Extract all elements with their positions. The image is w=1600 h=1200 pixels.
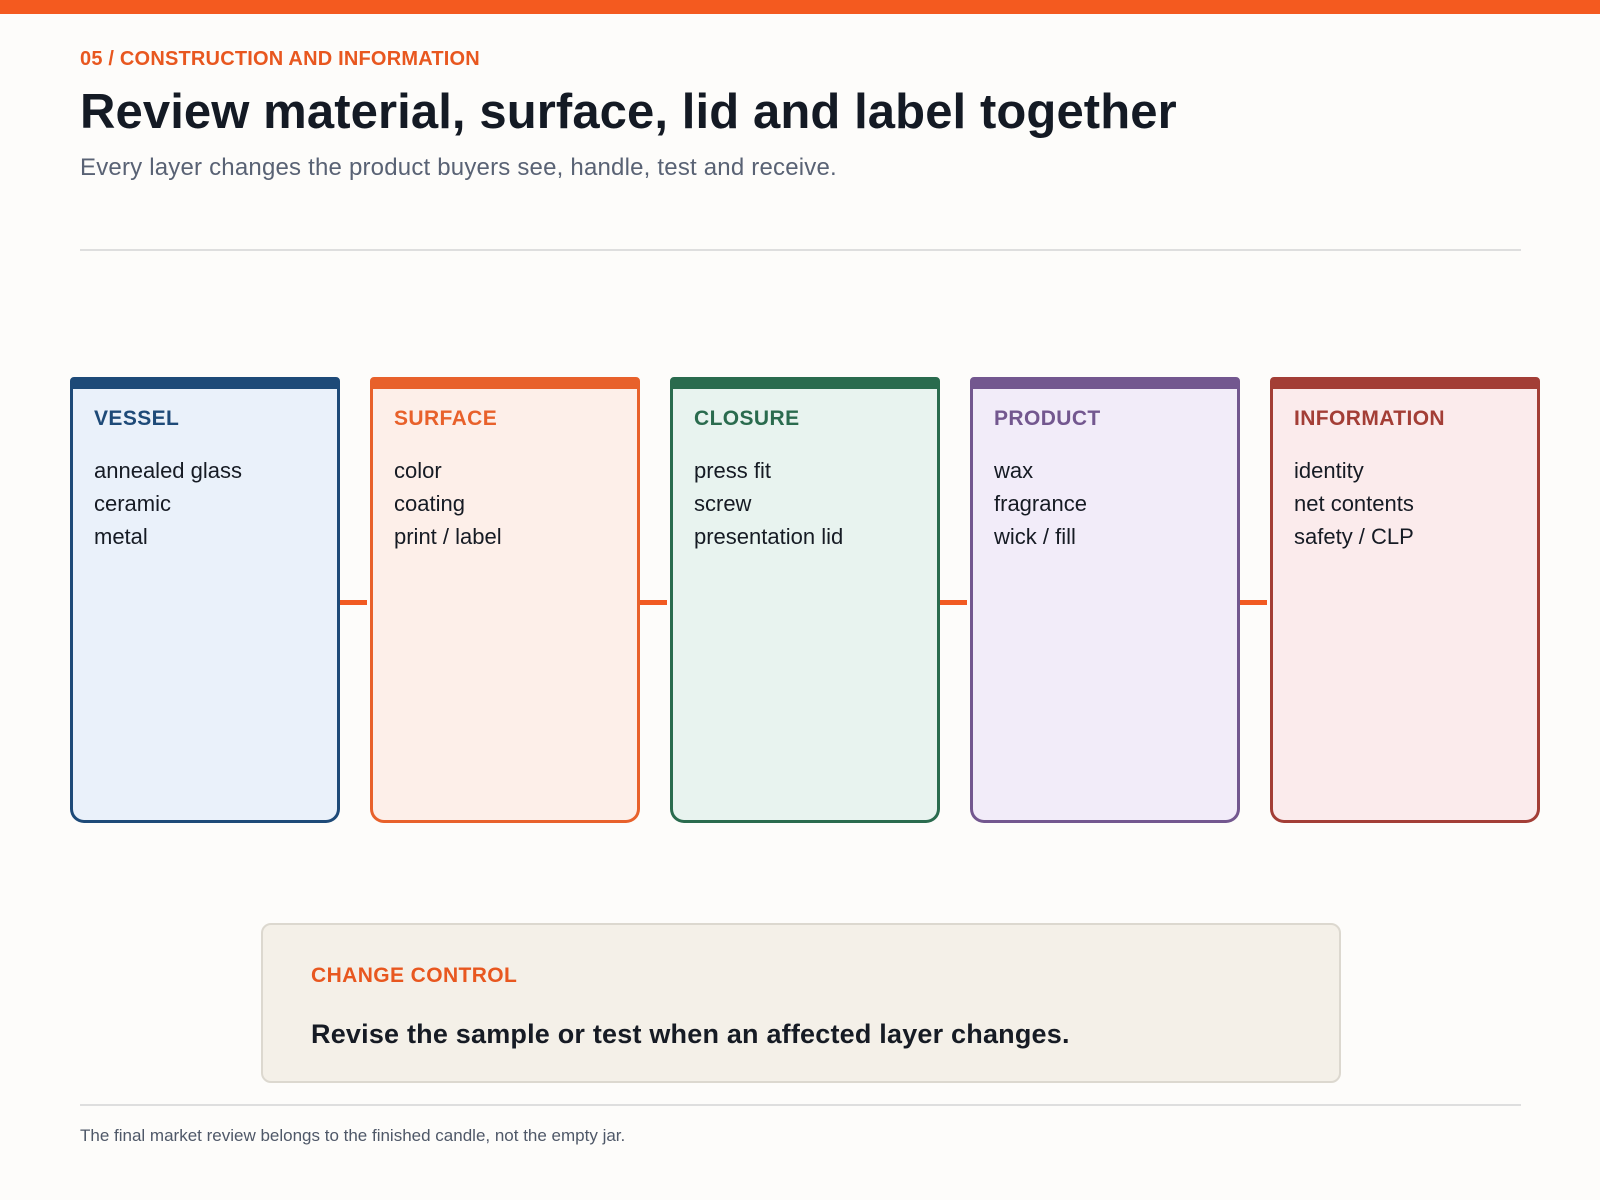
top-divider <box>80 249 1521 251</box>
layer-item: print / label <box>394 524 502 549</box>
layer-item: coating <box>394 491 465 516</box>
layer-item: metal <box>94 524 148 549</box>
change-control-label: CHANGE CONTROL <box>311 964 518 987</box>
layer-item: color <box>394 458 442 483</box>
layer-items-closure: press fit screw presentation lid <box>694 454 843 553</box>
layer-title-vessel: VESSEL <box>94 407 180 430</box>
layer-items-information: identity net contents safety / CLP <box>1294 454 1414 553</box>
layer-title-surface: SURFACE <box>394 407 498 430</box>
connector-closure-product <box>940 600 967 605</box>
layer-item: presentation lid <box>694 524 844 549</box>
layer-title-product: PRODUCT <box>994 407 1101 430</box>
footer-note: The final market review belongs to the f… <box>80 1126 626 1145</box>
layer-card-closure: CLOSURE press fit screw presentation lid <box>670 377 940 823</box>
change-control-text: Revise the sample or test when an affect… <box>311 1019 1070 1049</box>
section-eyebrow: 05 / CONSTRUCTION AND INFORMATION <box>80 48 480 70</box>
layer-title-information: INFORMATION <box>1294 407 1445 430</box>
layer-card-product: PRODUCT wax fragrance wick / fill <box>970 377 1240 823</box>
layer-card-information: INFORMATION identity net contents safety… <box>1270 377 1540 823</box>
connector-product-information <box>1240 600 1267 605</box>
layer-title-closure: CLOSURE <box>694 407 800 430</box>
change-control-callout: CHANGE CONTROL Revise the sample or test… <box>261 923 1341 1083</box>
layer-item: safety / CLP <box>1294 524 1414 549</box>
layer-items-vessel: annealed glass ceramic metal <box>94 454 242 553</box>
layer-item: net contents <box>1294 491 1414 516</box>
page-title: Review material, surface, lid and label … <box>80 85 1177 139</box>
top-accent-bar <box>0 0 1600 14</box>
layer-item: wick / fill <box>994 524 1076 549</box>
layer-item: wax <box>994 458 1034 483</box>
layer-items-surface: color coating print / label <box>394 454 502 553</box>
layer-card-vessel: VESSEL annealed glass ceramic metal <box>70 377 340 823</box>
layer-card-surface: SURFACE color coating print / label <box>370 377 640 823</box>
layer-item: annealed glass <box>94 458 243 483</box>
page-subtitle: Every layer changes the product buyers s… <box>80 154 837 181</box>
bottom-divider <box>80 1104 1521 1106</box>
connector-vessel-surface <box>340 600 367 605</box>
layer-item: press fit <box>694 458 772 483</box>
layer-item: identity <box>1294 458 1364 483</box>
layer-items-product: wax fragrance wick / fill <box>994 454 1087 553</box>
connector-surface-closure <box>640 600 667 605</box>
layer-item: screw <box>694 491 752 516</box>
layer-item: ceramic <box>94 491 172 516</box>
layer-item: fragrance <box>994 491 1087 516</box>
